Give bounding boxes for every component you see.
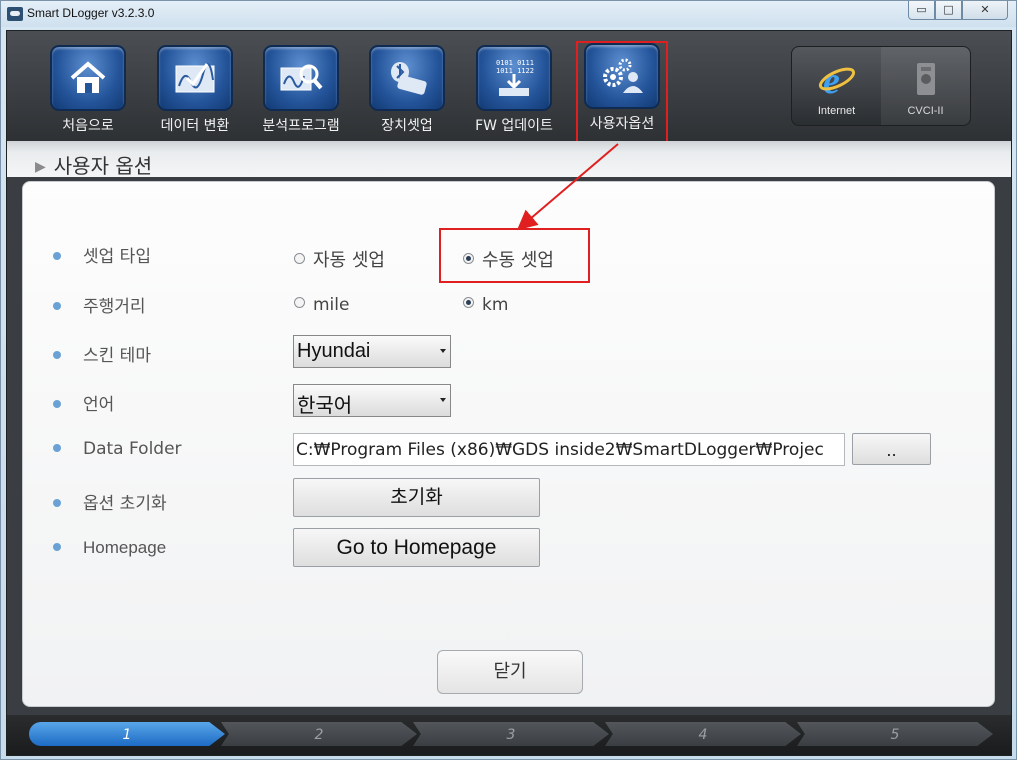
language-select[interactable]: 한국어	[293, 384, 451, 417]
window-title: Smart DLogger v3.2.3.0	[27, 6, 155, 20]
setup-type-label: 셋업 타입	[83, 247, 151, 267]
homepage-label: Homepage	[83, 538, 167, 557]
data-convert-icon	[157, 45, 233, 111]
close-dialog-button[interactable]: 닫기	[437, 650, 583, 694]
step-progress-bar: 1 2 3 4 5	[7, 715, 1011, 755]
option-row-language: 언어	[53, 390, 114, 415]
app-client-area: 처음으로 데이터 변환 분석프로그램 장치셋업 0101 0111 1011 1…	[6, 30, 1012, 756]
toolbar-home[interactable]: 처음으로	[38, 45, 138, 135]
step-2[interactable]: 2	[221, 722, 417, 746]
go-to-homepage-button[interactable]: Go to Homepage	[293, 528, 540, 567]
dropdown-arrow-icon	[440, 349, 446, 353]
radio-selected-icon	[463, 297, 474, 308]
user-options-icon	[584, 43, 660, 109]
radio-distance-mile[interactable]: mile	[294, 295, 349, 315]
cvci-label: CVCI-II	[907, 105, 944, 117]
firmware-update-icon: 0101 0111 1011 1122	[476, 45, 552, 111]
toolbar-user-options-label: 사용자옵션	[589, 116, 655, 132]
option-row-distance: 주행거리	[53, 292, 146, 317]
toolbar-device-setup-label: 장치셋업	[381, 118, 433, 134]
step-3[interactable]: 3	[413, 722, 609, 746]
toolbar-analysis-label: 분석프로그램	[262, 118, 340, 134]
app-window: Smart DLogger v3.2.3.0 ▭ □ ✕ 처음으로 데이터 변환	[0, 0, 1017, 760]
svg-text:1011 1122: 1011 1122	[496, 67, 534, 75]
internet-button[interactable]: e Internet	[792, 47, 881, 125]
home-icon	[50, 45, 126, 111]
internet-explorer-icon: e	[817, 57, 857, 101]
toolbar-analysis[interactable]: 분석프로그램	[251, 45, 351, 135]
step-1[interactable]: 1	[29, 722, 225, 746]
svg-text:0101 0111: 0101 0111	[496, 59, 534, 67]
window-controls: ▭ □ ✕	[908, 1, 1008, 20]
radio-distance-km[interactable]: km	[463, 295, 508, 315]
maximize-button[interactable]: □	[935, 1, 962, 20]
close-window-button[interactable]: ✕	[962, 1, 1008, 20]
browse-folder-button[interactable]: ..	[852, 433, 931, 465]
page-title: ▶ 사용자 옵션	[35, 154, 153, 178]
radio-unselected-icon	[294, 297, 305, 308]
skin-select[interactable]: Hyundai	[293, 335, 451, 368]
toolbar-user-options[interactable]: 사용자옵션	[576, 41, 668, 143]
radio-unselected-icon	[294, 253, 305, 264]
option-row-setup-type: 셋업 타입	[53, 242, 151, 267]
manual-setup-highlight	[439, 228, 590, 283]
app-icon	[7, 7, 23, 21]
bullet-icon	[53, 444, 61, 452]
toolbar-data-convert-label: 데이터 변환	[160, 118, 230, 134]
data-folder-label: Data Folder	[83, 439, 182, 459]
main-toolbar: 처음으로 데이터 변환 분석프로그램 장치셋업 0101 0111 1011 1…	[7, 31, 1011, 143]
bullet-icon	[53, 543, 61, 551]
reset-label: 옵션 초기화	[83, 494, 167, 514]
skin-label: 스킨 테마	[83, 346, 151, 366]
analysis-icon	[263, 45, 339, 111]
title-bar: Smart DLogger v3.2.3.0 ▭ □ ✕	[1, 1, 1016, 27]
bullet-icon	[53, 252, 61, 260]
step-5[interactable]: 5	[797, 722, 993, 746]
toolbar-fw-update-label: FW 업데이트	[475, 118, 553, 134]
connection-panel: e Internet CVCI-II	[791, 46, 971, 126]
device-setup-icon	[369, 45, 445, 111]
language-label: 언어	[83, 395, 115, 415]
option-row-reset: 옵션 초기화	[53, 489, 167, 514]
minimize-button[interactable]: ▭	[908, 1, 935, 20]
toolbar-home-label: 처음으로	[62, 118, 114, 134]
bullet-icon	[53, 302, 61, 310]
dropdown-arrow-icon	[440, 398, 446, 402]
title-strip	[7, 141, 1011, 177]
internet-label: Internet	[817, 105, 856, 117]
bullet-icon	[53, 400, 61, 408]
step-4[interactable]: 4	[605, 722, 801, 746]
cvci-device-icon	[906, 57, 946, 101]
toolbar-device-setup[interactable]: 장치셋업	[357, 45, 457, 135]
bullet-icon	[53, 499, 61, 507]
reset-options-button[interactable]: 초기화	[293, 478, 540, 517]
toolbar-fw-update[interactable]: 0101 0111 1011 1122 FW 업데이트	[464, 45, 564, 135]
radio-setup-auto[interactable]: 자동 셋업	[294, 246, 385, 272]
option-row-homepage: Homepage	[53, 538, 166, 558]
option-row-data-folder: Data Folder	[53, 439, 182, 459]
data-folder-field[interactable]: C:₩Program Files (x86)₩GDS inside2₩Smart…	[293, 433, 845, 466]
toolbar-data-convert[interactable]: 데이터 변환	[145, 45, 245, 135]
bullet-icon	[53, 351, 61, 359]
cvci-button[interactable]: CVCI-II	[881, 47, 970, 125]
option-row-skin: 스킨 테마	[53, 341, 151, 366]
title-arrow-icon: ▶	[35, 159, 46, 175]
distance-label: 주행거리	[83, 297, 146, 317]
